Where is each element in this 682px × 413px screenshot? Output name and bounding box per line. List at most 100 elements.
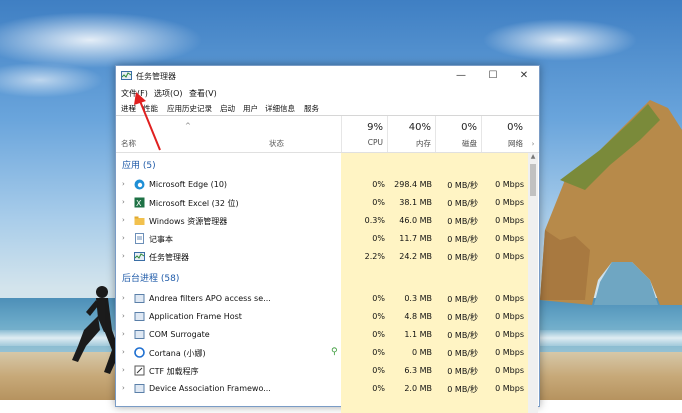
tab-services[interactable]: 服务 [304,103,319,114]
process-network: 0 Mbps [495,366,524,375]
process-disk: 0 MB/秒 [447,199,478,208]
close-button[interactable]: ✕ [510,66,538,86]
vertical-scrollbar[interactable]: ▲ [528,153,538,413]
process-row[interactable]: › Cortana (小娜) ⚲ 0% 0 MB 0 MB/秒 0 Mbps [116,344,528,362]
device-icon [134,384,145,393]
column-header-network[interactable]: 0% 网络 [481,116,528,152]
menu-bar: 文件(F) 选项(O) 查看(V) [116,86,539,100]
network-total-percent: 0% [507,122,523,133]
leaf-icon: ⚲ [331,347,338,357]
process-list: 应用 (5) › Microsoft Edge (10) 0% 298.4 MB 0 M… [116,153,528,413]
group-header-apps[interactable]: 应用 (5) [122,158,156,171]
column-header-cpu[interactable]: 9% CPU [341,116,388,152]
service-icon [134,294,145,303]
process-cpu: 0% [372,180,385,189]
process-name: Device Association Framewo... [149,384,271,393]
process-memory: 46.0 MB [399,216,432,225]
excel-icon: X [134,197,145,208]
process-row[interactable]: › CTF 加载程序 0% 6.3 MB 0 MB/秒 0 Mbps [116,362,528,380]
process-cpu: 0% [372,366,385,375]
process-row[interactable]: › Application Frame Host 0% 4.8 MB 0 MB/秒 0 M… [116,308,528,326]
svg-text:X: X [136,199,142,208]
process-row[interactable]: › Andrea filters APO access se... 0% 0.3 MB… [116,290,528,308]
process-row[interactable]: › Device Association Framewo... 0% 2.0 MB 0 … [116,380,528,398]
tab-users[interactable]: 用户 [243,103,258,114]
process-cpu: 2.2% [364,252,385,261]
expand-chevron-icon[interactable]: › [122,312,125,320]
menu-view[interactable]: 查看(V) [189,88,217,99]
ctf-icon [134,365,145,376]
minimize-button[interactable]: — [447,66,475,86]
process-cpu: 0% [372,234,385,243]
process-network: 0 Mbps [495,348,524,357]
process-disk: 0 MB/秒 [447,295,478,304]
task-manager-window: 任务管理器 — ☐ ✕ 文件(F) 选项(O) 查看(V) 进程 性能 应用历史… [115,65,540,413]
expand-chevron-icon[interactable]: › [122,198,125,206]
process-disk: 0 MB/秒 [447,217,478,226]
tab-details[interactable]: 详细信息 [265,103,295,114]
expand-chevron-icon[interactable]: › [122,384,125,392]
process-disk: 0 MB/秒 [447,235,478,244]
process-cpu: 0% [372,312,385,321]
process-network: 0 Mbps [495,198,524,207]
process-cpu: 0% [372,198,385,207]
process-network: 0 Mbps [495,312,524,321]
memory-total-percent: 40% [408,122,431,133]
title-bar[interactable]: 任务管理器 — ☐ ✕ [116,66,539,86]
expand-chevron-icon[interactable]: › [122,216,125,224]
tab-performance[interactable]: 性能 [143,103,158,114]
disk-label: 磁盘 [462,139,477,148]
process-network: 0 Mbps [495,216,524,225]
process-name: Cortana (小娜) [149,349,206,358]
process-name: 记事本 [149,235,173,244]
process-memory: 4.8 MB [404,312,432,321]
menu-file[interactable]: 文件(F) [121,88,148,99]
group-header-background[interactable]: 后台进程 (58) [122,271,179,284]
process-disk: 0 MB/秒 [447,181,478,190]
process-memory: 11.7 MB [399,234,432,243]
menu-options[interactable]: 选项(O) [154,88,183,99]
process-name: Microsoft Excel (32 位) [149,199,239,208]
process-memory: 38.1 MB [399,198,432,207]
expand-chevron-icon[interactable]: › [122,252,125,260]
cpu-label: CPU [367,138,383,147]
expand-chevron-icon[interactable]: › [122,234,125,242]
process-row[interactable]: › X Microsoft Excel (32 位) 0% 38.1 MB 0 MB/秒 0… [116,194,528,212]
process-name: COM Surrogate [149,330,210,339]
process-memory: 24.2 MB [399,252,432,261]
expand-chevron-icon[interactable]: › [122,330,125,338]
maximize-button[interactable]: ☐ [479,66,507,86]
scrollbar-thumb[interactable] [530,164,536,196]
scroll-right-icon[interactable]: › [528,140,538,148]
process-cpu: 0% [372,294,385,303]
memory-label: 内存 [416,139,431,148]
process-row[interactable]: › Microsoft Edge (10) 0% 298.4 MB 0 MB/秒 0 Mb… [116,176,528,194]
expand-chevron-icon[interactable]: › [122,348,125,356]
column-header-name[interactable]: 名称 [121,138,136,149]
tab-app-history[interactable]: 应用历史记录 [167,103,212,114]
process-memory: 1.1 MB [404,330,432,339]
expand-chevron-icon[interactable]: › [122,294,125,302]
expand-chevron-icon[interactable]: › [122,366,125,374]
process-row[interactable]: › 任务管理器 2.2% 24.2 MB 0 MB/秒 0 Mbps [116,248,528,266]
column-header-status[interactable]: 状态 [269,138,284,149]
window-title: 任务管理器 [136,72,176,81]
process-disk: 0 MB/秒 [447,331,478,340]
tab-startup[interactable]: 启动 [220,103,235,114]
column-header-memory[interactable]: 40% 内存 [387,116,436,152]
process-row[interactable]: › COM Surrogate 0% 1.1 MB 0 MB/秒 0 Mbps [116,326,528,344]
app-frame-icon [134,312,145,321]
cortana-icon [134,347,145,358]
process-disk: 0 MB/秒 [447,253,478,262]
process-row[interactable]: › Windows 资源管理器 0.3% 46.0 MB 0 MB/秒 0 Mbps [116,212,528,230]
process-name: Andrea filters APO access se... [149,294,271,303]
scroll-up-icon[interactable]: ▲ [528,153,538,162]
process-row[interactable]: › 记事本 0% 11.7 MB 0 MB/秒 0 Mbps [116,230,528,248]
process-network: 0 Mbps [495,234,524,243]
column-header-disk[interactable]: 0% 磁盘 [435,116,482,152]
process-name: Microsoft Edge (10) [149,180,228,189]
tab-processes[interactable]: 进程 [121,103,136,114]
task-manager-icon [134,252,145,261]
expand-chevron-icon[interactable]: › [122,180,125,188]
sort-chevron-icon[interactable]: ^ [185,122,191,130]
